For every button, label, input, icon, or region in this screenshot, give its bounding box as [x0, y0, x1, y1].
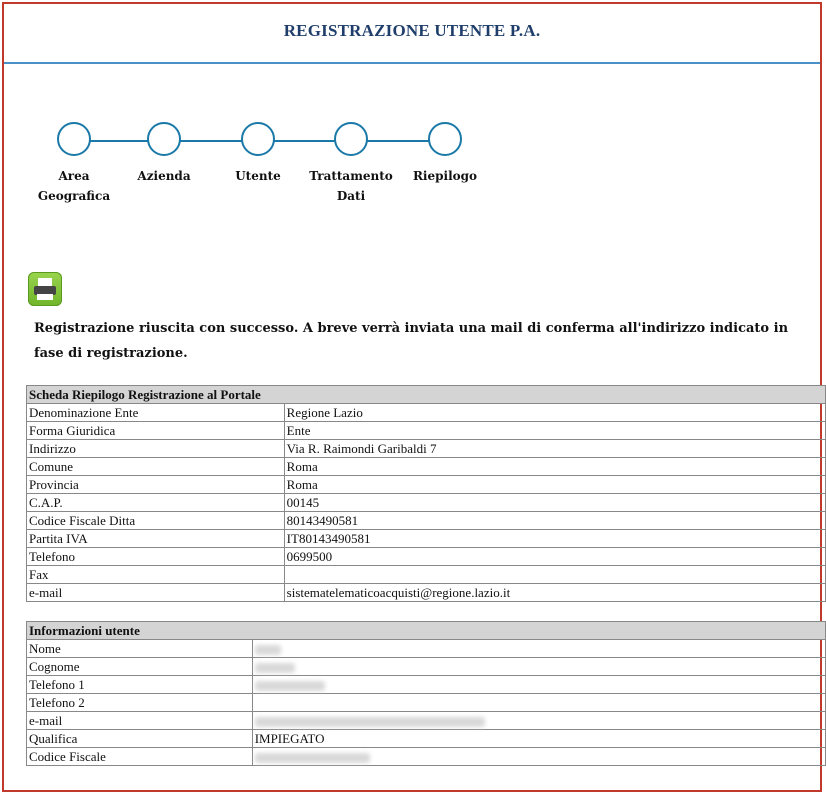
row-label: Telefono	[26, 547, 285, 566]
row-value-redacted	[251, 711, 826, 730]
table-row: Qualifica IMPIEGATO	[26, 729, 826, 748]
row-label: Telefono 2	[26, 693, 253, 712]
page-frame: REGISTRAZIONE UTENTE P.A. Area Geografic…	[2, 2, 826, 792]
row-label: Telefono 1	[26, 675, 253, 694]
table-row: Nome	[26, 639, 826, 658]
success-message: Registrazione riuscita con successo. A b…	[34, 321, 789, 361]
step-utente-label: Utente	[235, 169, 281, 183]
step-trattamento-dati-circle	[334, 122, 368, 156]
table-row: Codice Fiscale Ditta 80143490581	[26, 511, 826, 530]
step-utente-circle	[241, 122, 275, 156]
step-area-geografica-circle	[57, 122, 91, 156]
row-value: IMPIEGATO	[251, 729, 826, 748]
table-row: Denominazione Ente Regione Lazio	[26, 403, 826, 422]
row-value	[283, 565, 826, 584]
row-label: Qualifica	[26, 729, 253, 748]
user-table-title: Informazioni utente	[26, 621, 826, 640]
table-row: Provincia Roma	[26, 475, 826, 494]
row-value: Regione Lazio	[283, 403, 826, 422]
row-value: sistematelematicoacquisti@regione.lazio.…	[283, 583, 826, 602]
row-value-redacted	[251, 675, 826, 694]
row-label: Indirizzo	[26, 439, 285, 458]
printer-icon[interactable]	[28, 272, 62, 306]
row-value: 80143490581	[283, 511, 826, 530]
table-row: Telefono 2	[26, 693, 826, 712]
row-label: Forma Giuridica	[26, 421, 285, 440]
row-label: Codice Fiscale Ditta	[26, 511, 285, 530]
page-title: REGISTRAZIONE UTENTE P.A.	[283, 21, 541, 40]
row-label: e-mail	[26, 583, 285, 602]
table-row: Partita IVA IT80143490581	[26, 529, 826, 548]
table-row: e-mail sistematelematicoacquisti@regione.…	[26, 583, 826, 602]
row-label: Provincia	[26, 475, 285, 494]
table-row: Telefono 1	[26, 675, 826, 694]
table-row: Indirizzo Via R. Raimondi Garibaldi 7	[26, 439, 826, 458]
user-info-table: Informazioni utente Nome Cognome Telefon…	[26, 621, 826, 766]
table-row: Fax	[26, 565, 826, 584]
step-trattamento-dati-label: Trattamento Dati	[309, 169, 393, 203]
step-riepilogo-label: Riepilogo	[412, 169, 478, 183]
table-row: C.A.P. 00145	[26, 493, 826, 512]
row-value-redacted	[251, 639, 826, 658]
company-summary-table: Scheda Riepilogo Registrazione al Portal…	[26, 385, 826, 602]
table-row: e-mail	[26, 711, 826, 730]
row-value: IT80143490581	[283, 529, 826, 548]
step-azienda-circle	[147, 122, 181, 156]
row-value	[251, 693, 826, 712]
page-header: REGISTRAZIONE UTENTE P.A.	[4, 4, 820, 64]
row-label: Denominazione Ente	[26, 403, 285, 422]
row-value-redacted	[251, 657, 826, 676]
row-label: Fax	[26, 565, 285, 584]
row-label: e-mail	[26, 711, 253, 730]
row-value: Roma	[283, 457, 826, 476]
table-row: Comune Roma	[26, 457, 826, 476]
row-label: Codice Fiscale	[26, 747, 253, 766]
row-label: Partita IVA	[26, 529, 285, 548]
table-header-row: Informazioni utente	[26, 621, 826, 640]
row-value: Via R. Raimondi Garibaldi 7	[283, 439, 826, 458]
table-header-row: Scheda Riepilogo Registrazione al Portal…	[26, 385, 826, 404]
company-table-title: Scheda Riepilogo Registrazione al Portal…	[26, 385, 826, 404]
table-row: Telefono 0699500	[26, 547, 826, 566]
row-value-redacted	[251, 747, 826, 766]
row-label: Nome	[26, 639, 253, 658]
step-azienda-label: Azienda	[137, 169, 191, 183]
progress-steps: Area Geografica Azienda Utente Trattamen…	[4, 122, 484, 212]
row-label: Cognome	[26, 657, 253, 676]
row-value: 0699500	[283, 547, 826, 566]
table-row: Cognome	[26, 657, 826, 676]
row-label: Comune	[26, 457, 285, 476]
table-row: Codice Fiscale	[26, 747, 826, 766]
step-area-geografica-label: Area Geografica	[37, 169, 111, 203]
row-value: 00145	[283, 493, 826, 512]
row-value: Ente	[283, 421, 826, 440]
row-value: Roma	[283, 475, 826, 494]
step-riepilogo-circle	[428, 122, 462, 156]
row-label: C.A.P.	[26, 493, 285, 512]
table-row: Forma Giuridica Ente	[26, 421, 826, 440]
